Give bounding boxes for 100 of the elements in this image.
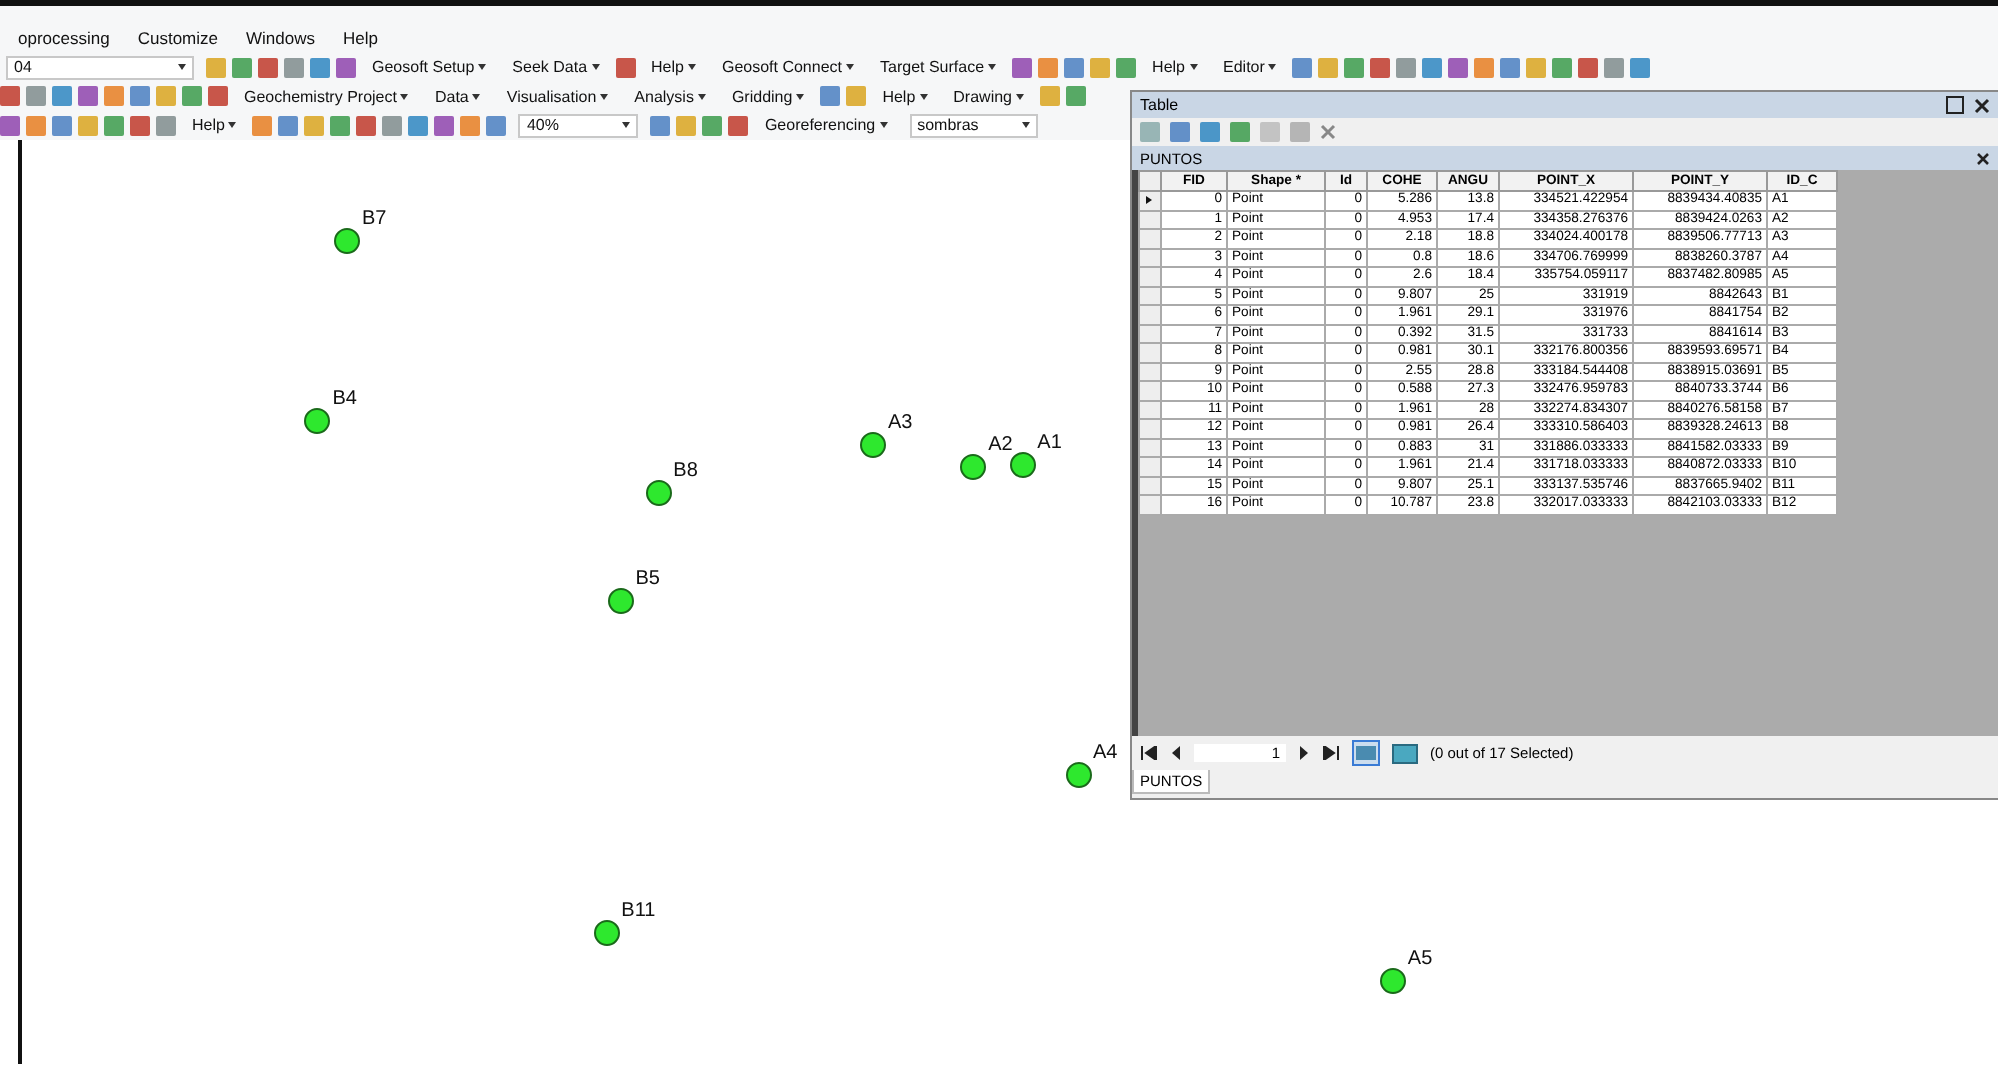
tool-icon[interactable] [278,115,299,136]
tool-icon[interactable] [52,86,72,107]
tool-icon[interactable] [252,115,273,136]
close-icon[interactable] [1976,151,1990,165]
tool-icon[interactable] [0,115,20,136]
tool-icon[interactable] [1604,57,1625,78]
tool-icon[interactable] [310,57,330,78]
tool-icon[interactable] [1500,57,1521,78]
tool-icon[interactable] [182,86,202,107]
toolbar-menu[interactable]: Visualisation [500,87,615,106]
caret-icon [600,93,609,100]
combo-box[interactable]: sombras [909,113,1038,138]
tool-icon[interactable] [26,86,46,107]
tool-icon[interactable] [1038,57,1059,78]
tool-icon[interactable] [846,86,867,107]
point-label: B4 [332,388,357,411]
tool-icon[interactable] [104,86,124,107]
tool-icon[interactable] [1578,57,1599,78]
menu-item[interactable]: Windows [244,28,317,49]
tool-icon[interactable] [1526,57,1547,78]
tool-icon[interactable] [52,115,72,136]
tool-icon[interactable] [258,57,278,78]
toolbar-menu[interactable]: Help [1146,58,1203,77]
tool-icon[interactable] [1292,57,1313,78]
combo-box[interactable]: 04 [6,55,194,80]
toolbar-menu[interactable]: Drawing [947,87,1030,106]
tool-icon[interactable] [336,57,356,78]
menu-item[interactable]: oprocessing [16,28,112,49]
toolbar-menu[interactable]: Georeferencing [758,116,894,135]
delete-icon[interactable] [1320,124,1336,140]
tool-icon[interactable] [206,57,226,78]
toolbar-menu[interactable]: Help [645,58,702,77]
tool-icon[interactable] [130,86,150,107]
tool-icon[interactable] [728,115,749,136]
tool-icon[interactable] [284,57,304,78]
tool-icon[interactable] [1064,57,1085,78]
tool-icon[interactable] [1344,57,1365,78]
toolbar-menu[interactable]: Help [186,116,243,135]
last-record-icon[interactable] [1322,746,1340,760]
toolbar-menu[interactable]: Geosoft Connect [715,58,861,77]
tool-icon[interactable] [156,86,176,107]
tool-icon[interactable] [1090,57,1111,78]
tool-icon[interactable] [78,115,98,136]
tool-icon[interactable] [1116,57,1137,78]
tool-icon[interactable] [820,86,841,107]
tool-icon[interactable] [1040,86,1060,107]
tool-icon[interactable] [1370,57,1391,78]
tool-icon[interactable] [104,115,124,136]
tool-icon[interactable] [232,57,252,78]
tool-icon[interactable] [0,86,20,107]
tool-icon[interactable] [382,115,403,136]
tool-icon[interactable] [304,115,325,136]
window-title: Table [1140,96,1179,114]
tool-icon[interactable] [434,115,455,136]
selected-records-icon[interactable] [1392,743,1418,763]
tool-icon[interactable] [78,86,98,107]
tool-icon[interactable] [1066,86,1086,107]
tool-icon[interactable] [1448,57,1469,78]
tool-icon[interactable] [676,115,697,136]
previous-record-icon[interactable] [1170,746,1182,760]
close-icon[interactable] [1974,97,1990,113]
menu-item[interactable]: Help [340,28,380,49]
tool-icon[interactable] [1012,57,1033,78]
toolbar-menu[interactable]: Target Surface [874,58,1003,77]
toolbar-menu[interactable]: Seek Data [506,58,606,77]
toolbar-menu[interactable]: Editor [1217,58,1283,77]
tool-icon[interactable] [408,115,429,136]
toolbar-menu[interactable]: Help [876,87,934,106]
tool-icon[interactable] [130,115,150,136]
tool-icon[interactable] [208,86,228,107]
tool-icon[interactable] [1552,57,1573,78]
tool-icon[interactable] [615,57,636,78]
tool-icon[interactable] [1396,57,1417,78]
toolbar-menu[interactable]: Analysis [628,87,712,106]
tool-icon[interactable] [1422,57,1443,78]
first-record-icon[interactable] [1140,746,1158,760]
caret-icon [1016,93,1024,100]
tool-icon[interactable] [486,115,507,136]
point-marker [960,453,987,480]
tool-icon[interactable] [702,115,723,136]
tool-icon[interactable] [650,115,671,136]
tool-icon[interactable] [26,115,46,136]
tool-icon[interactable] [156,115,176,136]
tool-icon[interactable] [330,115,351,136]
tool-icon[interactable] [460,115,481,136]
all-records-icon[interactable] [1352,740,1380,766]
tool-icon[interactable] [1318,57,1339,78]
combo-box[interactable]: 40% [518,113,639,138]
caret-icon [796,93,805,100]
tool-icon[interactable] [356,115,377,136]
toolbar-menu[interactable]: Geochemistry Project [238,87,415,106]
tool-icon[interactable] [1474,57,1495,78]
toolbar-menu[interactable]: Gridding [725,87,811,106]
tool-icon[interactable] [1630,57,1651,78]
toolbar-menu[interactable]: Data [428,87,487,106]
menu-item[interactable]: Customize [135,28,220,49]
toolbar-menu[interactable]: Geosoft Setup [366,58,493,77]
maximize-icon[interactable] [1946,96,1964,114]
caret-icon [1021,122,1030,129]
next-record-icon[interactable] [1298,746,1310,760]
